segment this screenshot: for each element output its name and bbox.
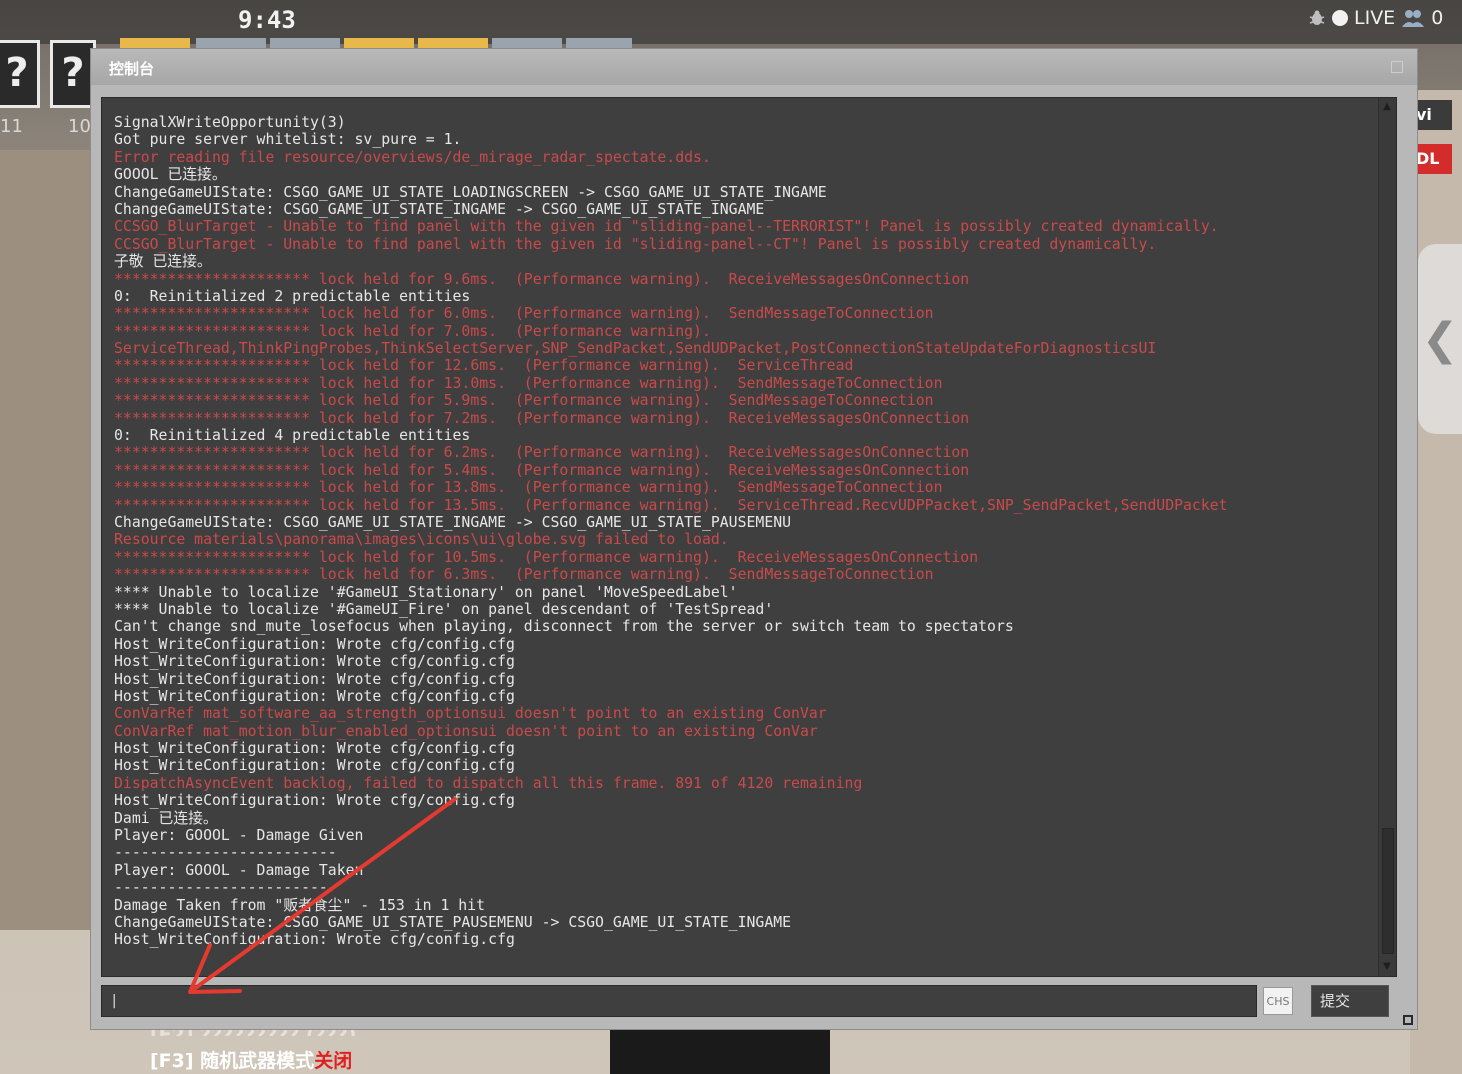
bug-icon [1309,10,1325,25]
console-log-line: ------------------------- [114,844,337,862]
console-log-line: ChangeGameUIState: CSGO_GAME_UI_STATE_PA… [114,913,792,931]
team-bar-4 [344,38,414,48]
player-tile-1: ? [0,40,40,108]
side-drawer-handle[interactable]: ❮ [1418,244,1462,434]
chevron-left-icon: ❮ [1421,313,1459,365]
side-tag-top: vi [1412,100,1452,130]
people-icon [1402,10,1425,27]
live-dot-icon [1332,10,1348,26]
console-log-line-error: ********************** lock held for 13.… [114,479,943,497]
console-log-line: 0: Reinitialized 4 predictable entities [114,427,471,445]
console-log-line-error: ServiceThread,ThinkPingProbes,ThinkSelec… [114,340,1157,358]
background-floor-shadow [610,1030,830,1074]
console-log-line-error: ConVarRef mat_motion_blur_enabled_option… [114,722,818,740]
scrollbar-thumb[interactable] [1382,828,1394,954]
console-log-line: Host_WriteConfiguration: Wrote cfg/confi… [114,670,515,688]
live-label: LIVE [1354,7,1396,29]
player-score-2: 10 [68,116,91,137]
console-log-line: **** Unable to localize '#GameUI_Station… [114,583,738,601]
console-title-bar[interactable]: 控制台 [91,49,1417,85]
console-log-line-error: ********************** lock held for 7.2… [114,409,970,427]
console-log-line: Dami 已连接。 [114,809,218,827]
console-log-line: GOOOL 已连接。 [114,166,227,184]
console-log-line-error: ********************** lock held for 10.… [114,548,979,566]
live-indicator: LIVE 0 [1308,6,1462,30]
console-log-line: Damage Taken from "贩者食尘" - 153 in 1 hit [114,896,485,914]
team-bar-5 [418,38,488,48]
console-log-line: Host_WriteConfiguration: Wrote cfg/confi… [114,635,515,653]
console-log-line-error: ConVarRef mat_software_aa_strength_optio… [114,705,827,723]
submit-button[interactable]: 提交 [1311,985,1389,1017]
console-log-line-error: ********************** lock held for 13.… [114,496,1228,514]
arrow-down-icon[interactable]: ▼ [1382,962,1392,972]
console-log-line-error: ********************** lock held for 5.4… [114,461,970,479]
console-log-line-error: CCSGO_BlurTarget - Unable to find panel … [114,218,1219,236]
console-log-line: Player: GOOOL - Damage Given [114,827,364,845]
menu-line-label: [F3] 随机武器模式 [150,1050,315,1072]
console-command-input[interactable]: | [101,985,1257,1017]
arrow-up-icon[interactable]: ▲ [1382,102,1392,112]
console-log-line: Host_WriteConfiguration: Wrote cfg/confi… [114,653,515,671]
console-log-line: ChangeGameUIState: CSGO_GAME_UI_STATE_LO… [114,183,827,201]
console-log-line-error: ********************** lock held for 12.… [114,357,854,375]
console-scrollbar[interactable]: ▲ ▼ [1378,98,1396,976]
menu-line-random-weapon: [F3] 随机武器模式关闭 [150,1046,352,1073]
console-log-line: Player: GOOOL - Damage Taken [114,861,364,879]
close-icon[interactable] [1391,61,1403,73]
round-timer: 9:43 [238,6,296,34]
console-log-line: 0: Reinitialized 2 predictable entities [114,287,471,305]
console-log-line: Host_WriteConfiguration: Wrote cfg/confi… [114,757,515,775]
console-log-line-error: CCSGO_BlurTarget - Unable to find panel … [114,235,1157,253]
console-window: 控制台 SignalXWriteOpportunity(3) Got pure s… [90,48,1418,1030]
viewer-count: 0 [1431,7,1444,29]
console-log-line: ------------------------- [114,879,337,897]
console-log-line: ChangeGameUIState: CSGO_GAME_UI_STATE_IN… [114,513,792,531]
console-log-line-error: DispatchAsyncEvent backlog, failed to di… [114,774,863,792]
console-log-line: Got pure server whitelist: sv_pure = 1. [114,131,462,149]
console-log-line: Host_WriteConfiguration: Wrote cfg/confi… [114,740,515,758]
console-log-line: 子敬 已连接。 [114,253,212,271]
console-log-line-error: ********************** lock held for 6.2… [114,444,970,462]
console-log: SignalXWriteOpportunity(3) Got pure serve… [102,98,1378,968]
menu-line-state: 关闭 [314,1050,353,1072]
side-tag-red: DL [1412,144,1452,174]
console-log-line-error: Resource materials\panorama\images\icons… [114,531,729,549]
console-log-line: SignalXWriteOpportunity(3) [114,114,346,131]
console-log-line-error: ********************** lock held for 5.9… [114,392,934,410]
console-log-line-error: Error reading file resource/overviews/de… [114,148,711,166]
console-log-line: Host_WriteConfiguration: Wrote cfg/confi… [114,792,515,810]
console-log-line-error: ********************** lock held for 13.… [114,374,943,392]
team-bar-2 [196,38,266,48]
console-log-line: Host_WriteConfiguration: Wrote cfg/confi… [114,687,515,705]
team-bar-1 [120,38,190,48]
console-log-line: **** Unable to localize '#GameUI_Fire' o… [114,600,774,618]
team-bar-7 [566,38,632,48]
team-bar-6 [492,38,562,48]
console-log-line-error: ********************** lock held for 9.6… [114,270,970,288]
console-log-line-error: ********************** lock held for 7.0… [114,322,711,340]
background-door [0,150,96,930]
resize-grip-icon[interactable] [1403,1015,1413,1025]
team-bar-3 [270,38,340,48]
player-score-1: 11 [0,116,23,137]
console-log-line: Can't change snd_mute_losefocus when pla… [114,618,1014,636]
console-title: 控制台 [109,60,155,78]
console-log-line: Host_WriteConfiguration: Wrote cfg/confi… [114,931,515,949]
console-log-line: ChangeGameUIState: CSGO_GAME_UI_STATE_IN… [114,200,765,218]
ime-indicator: CHS [1263,987,1293,1015]
console-log-line-error: ********************** lock held for 6.3… [114,566,934,584]
console-log-line-error: ********************** lock held for 6.0… [114,305,934,323]
console-log-panel: SignalXWriteOpportunity(3) Got pure serve… [101,97,1397,977]
